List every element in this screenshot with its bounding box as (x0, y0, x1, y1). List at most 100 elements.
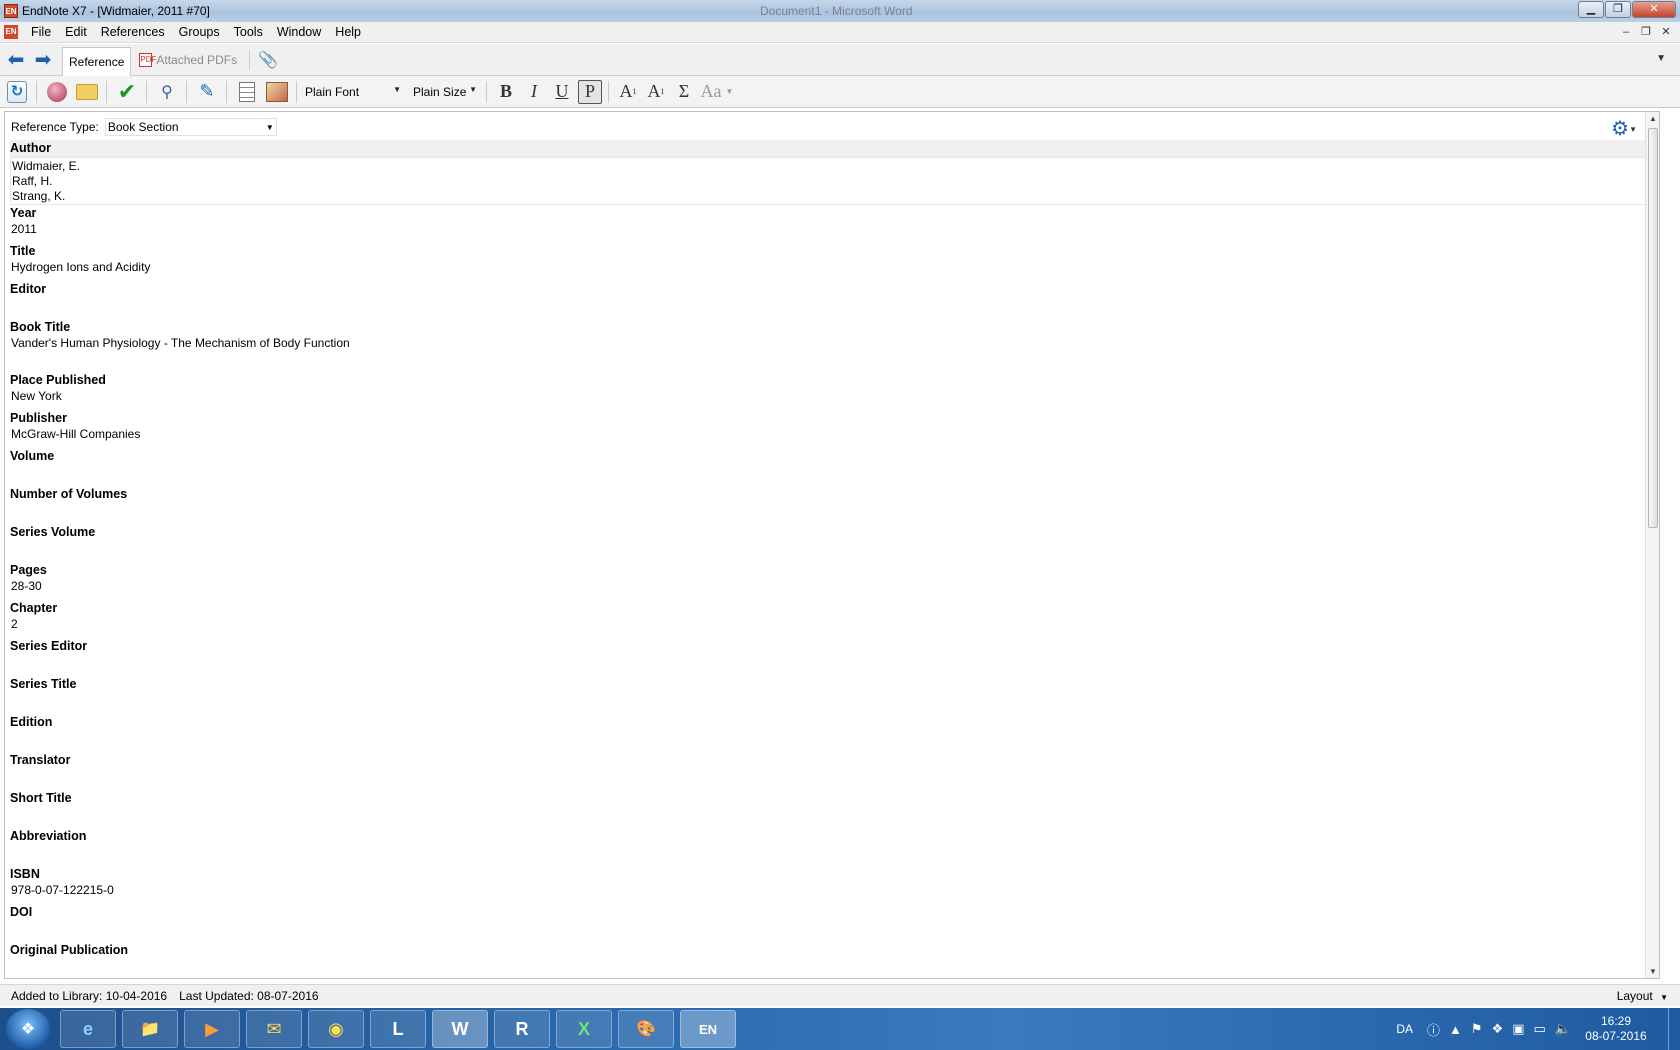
document-menu-icon[interactable]: EN (4, 25, 18, 39)
doc-restore-button[interactable]: ❐ (1638, 25, 1654, 40)
open-file-button[interactable] (74, 79, 100, 105)
language-indicator[interactable]: DA (1396, 1022, 1413, 1036)
device-icon[interactable]: ▣ (1512, 1021, 1524, 1037)
scroll-down-arrow-icon[interactable]: ▼ (1649, 967, 1657, 976)
taskbar-media-player[interactable]: ▶ (184, 1010, 240, 1048)
dropbox-icon[interactable]: ❖ (1492, 1021, 1504, 1037)
show-hidden-icons-icon[interactable]: ▲ (1449, 1022, 1462, 1037)
taskbar-r[interactable]: R (494, 1010, 550, 1048)
field-value[interactable] (10, 503, 1655, 524)
menu-window[interactable]: Window (270, 25, 328, 39)
field-series-title[interactable]: Series Title (10, 676, 1655, 714)
sync-button[interactable]: ↻ (4, 79, 30, 105)
field-value[interactable] (10, 731, 1655, 752)
field-number-of-volumes[interactable]: Number of Volumes (10, 486, 1655, 524)
show-desktop-button[interactable] (1668, 1008, 1680, 1050)
back-arrow-icon[interactable]: ⬅ (5, 50, 27, 70)
field-original-publication[interactable]: Original Publication (10, 942, 1655, 978)
superscript-button[interactable]: A1 (616, 80, 640, 104)
field-value[interactable] (10, 807, 1655, 828)
online-search-button[interactable] (44, 79, 70, 105)
endnote-app-icon[interactable]: EN (4, 4, 18, 18)
field-value[interactable]: Vander's Human Physiology - The Mechanis… (10, 336, 1655, 372)
field-value[interactable]: Hydrogen Ions and Acidity (10, 260, 1655, 281)
taskbar-clock[interactable]: 16:29 08-07-2016 (1580, 1014, 1652, 1044)
taskbar-paint[interactable]: 🎨 (618, 1010, 674, 1048)
info-icon[interactable]: ⓘ (1427, 1020, 1440, 1039)
field-value[interactable]: 2 (10, 617, 1655, 638)
edit-library-button[interactable] (264, 79, 290, 105)
settings-button[interactable]: ⚙▼ (1611, 116, 1637, 141)
insert-citation-button[interactable]: ✔ (114, 79, 140, 105)
taskbar-excel[interactable]: X (556, 1010, 612, 1048)
field-value[interactable] (10, 769, 1655, 790)
field-author[interactable]: Author Widmaier, E. Raff, H. Strang, K. (10, 140, 1655, 205)
forward-arrow-icon[interactable]: ➡ (32, 50, 54, 70)
field-chapter[interactable]: Chapter 2 (10, 600, 1655, 638)
maximize-button[interactable]: ❐ (1605, 1, 1631, 18)
field-volume[interactable]: Volume (10, 448, 1655, 486)
close-button[interactable]: ✕ (1632, 1, 1676, 18)
font-select[interactable]: Plain Font ▼ (300, 81, 404, 103)
field-value[interactable]: 28-30 (10, 579, 1655, 600)
field-isbn[interactable]: ISBN 978-0-07-122215-0 (10, 866, 1655, 904)
size-select[interactable]: Plain Size ▼ (408, 81, 480, 103)
field-year[interactable]: Year 2011 (10, 205, 1655, 243)
open-link-button[interactable]: ✎ (194, 79, 220, 105)
field-series-editor[interactable]: Series Editor (10, 638, 1655, 676)
minimize-button[interactable]: ▁ (1578, 1, 1604, 18)
subscript-button[interactable]: A1 (644, 80, 668, 104)
scrollbar-thumb[interactable] (1648, 128, 1658, 528)
field-value[interactable]: Widmaier, E. Raff, H. Strang, K. (10, 157, 1655, 205)
field-value[interactable]: 978-0-07-122215-0 (10, 883, 1655, 904)
menu-file[interactable]: File (24, 25, 58, 39)
panel-menu-dropdown-icon[interactable]: ▼ (1656, 53, 1666, 64)
field-editor[interactable]: Editor (10, 281, 1655, 319)
doc-close-button[interactable]: ✕ (1658, 25, 1674, 40)
reference-type-select[interactable]: Book Section ▼ (104, 118, 277, 136)
scroll-up-arrow-icon[interactable]: ▲ (1649, 114, 1657, 123)
bold-button[interactable]: B (494, 80, 518, 104)
field-value[interactable] (10, 921, 1655, 942)
field-title[interactable]: Title Hydrogen Ions and Acidity (10, 243, 1655, 281)
find-full-text-button[interactable]: ⚲ (154, 79, 180, 105)
volume-icon[interactable]: 🔈 (1555, 1021, 1571, 1037)
field-abbreviation[interactable]: Abbreviation (10, 828, 1655, 866)
underline-button[interactable]: U (550, 80, 574, 104)
italic-button[interactable]: I (522, 80, 546, 104)
taskbar-outlook[interactable]: ✉ (246, 1010, 302, 1048)
vertical-scrollbar[interactable]: ▲ ▼ (1645, 112, 1659, 978)
field-series-volume[interactable]: Series Volume (10, 524, 1655, 562)
field-edition[interactable]: Edition (10, 714, 1655, 752)
taskbar-word[interactable]: W (432, 1010, 488, 1048)
field-value[interactable] (10, 655, 1655, 676)
menu-groups[interactable]: Groups (172, 25, 227, 39)
field-book-title[interactable]: Book Title Vander's Human Physiology - T… (10, 319, 1655, 372)
menu-edit[interactable]: Edit (58, 25, 94, 39)
taskbar-lync[interactable]: L (370, 1010, 426, 1048)
start-button[interactable]: ❖ (6, 1009, 50, 1049)
taskbar-chrome[interactable]: ◉ (308, 1010, 364, 1048)
taskbar-internet-explorer[interactable]: e (60, 1010, 116, 1048)
field-value[interactable]: 2011 (10, 222, 1655, 243)
taskbar-file-explorer[interactable]: 📁 (122, 1010, 178, 1048)
tab-reference[interactable]: Reference (62, 46, 132, 77)
tab-attached-pdfs[interactable]: PDF Attached PDFs (133, 46, 243, 74)
field-value[interactable] (10, 845, 1655, 866)
menu-references[interactable]: References (94, 25, 172, 39)
field-publisher[interactable]: Publisher McGraw-Hill Companies (10, 410, 1655, 448)
field-translator[interactable]: Translator (10, 752, 1655, 790)
paperclip-icon[interactable]: 📎 (249, 49, 278, 70)
field-place-published[interactable]: Place Published New York (10, 372, 1655, 410)
doc-minimize-button[interactable]: – (1618, 25, 1634, 40)
field-value[interactable] (10, 465, 1655, 486)
layout-button[interactable]: Layout ▼ (1617, 989, 1668, 1003)
network-icon[interactable]: ▭ (1534, 1021, 1546, 1037)
field-short-title[interactable]: Short Title (10, 790, 1655, 828)
field-value[interactable]: New York (10, 389, 1655, 410)
field-pages[interactable]: Pages 28-30 (10, 562, 1655, 600)
format-bibliography-button[interactable] (234, 79, 260, 105)
field-value[interactable] (10, 693, 1655, 714)
field-value[interactable] (10, 298, 1655, 319)
taskbar-endnote[interactable]: EN (680, 1010, 736, 1048)
